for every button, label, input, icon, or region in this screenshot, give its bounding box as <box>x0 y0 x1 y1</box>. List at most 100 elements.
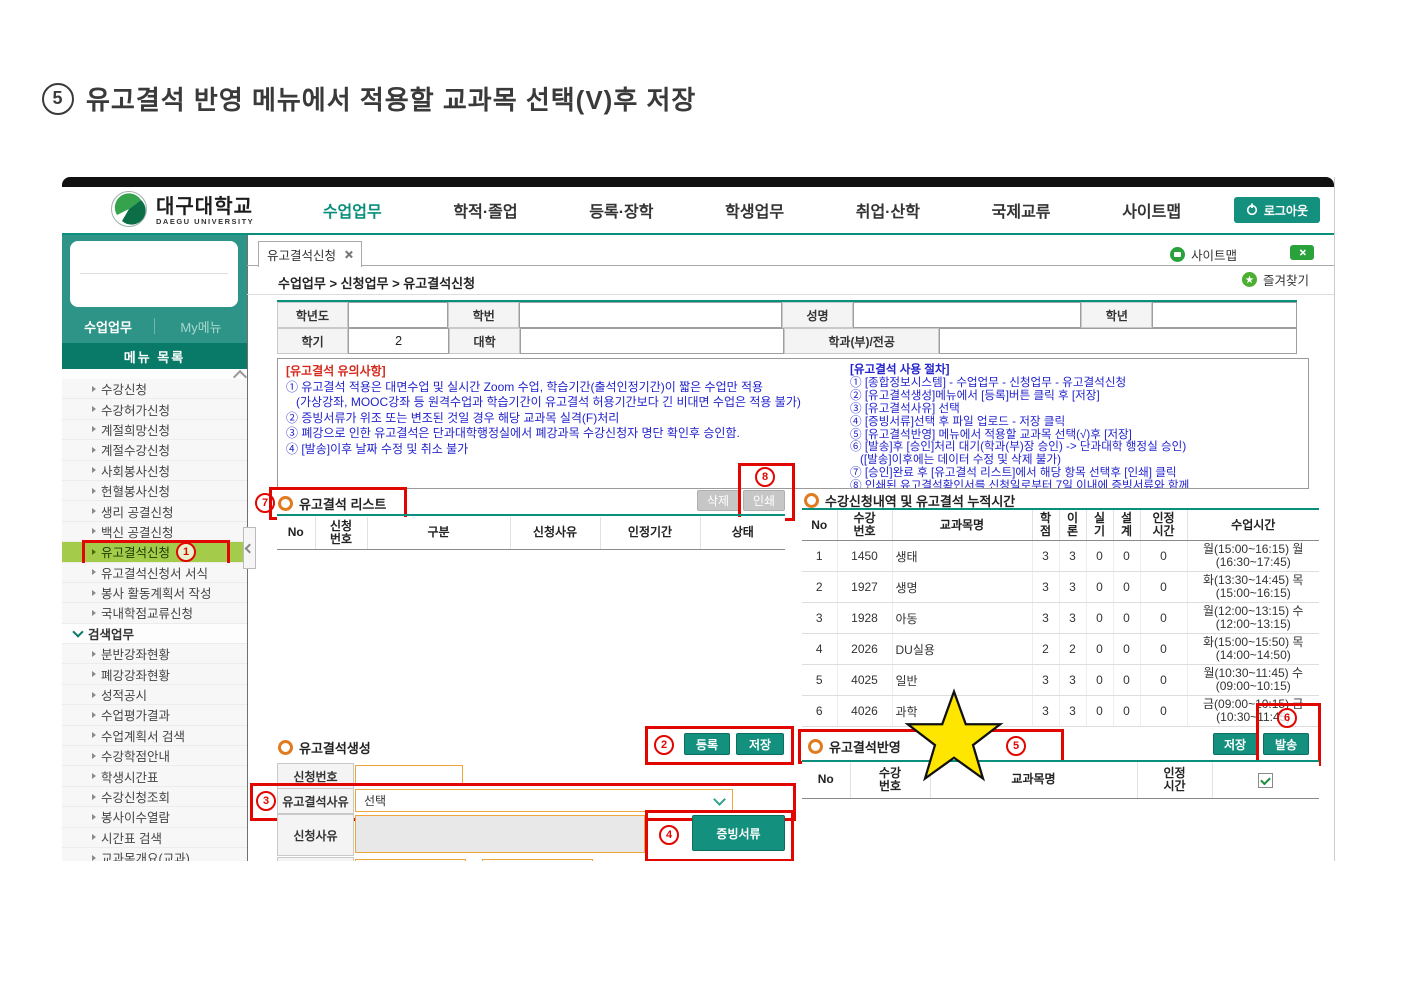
section-bullet-icon <box>278 740 293 755</box>
sidebar-item-blood-service[interactable]: 헌혈봉사신청 <box>62 480 247 502</box>
annotation-badge-3: 3 <box>256 791 276 811</box>
create-save-button[interactable]: 저장 <box>736 733 784 755</box>
grade-input[interactable] <box>1152 302 1298 328</box>
favorite-link[interactable]: 즐겨찾기 <box>1242 270 1309 289</box>
sidebar-item-service-plan[interactable]: 봉사 활동계획서 작성 <box>62 582 247 604</box>
reason-textarea[interactable] <box>355 815 645 853</box>
annotation-badge-2: 2 <box>654 735 674 755</box>
period-start-input[interactable] <box>355 859 466 861</box>
favorite-star-icon <box>1242 272 1257 287</box>
sidebar-item-syllabus-search[interactable]: 수업계획서 검색 <box>62 725 247 747</box>
sidebar-item-unavoidable-absence[interactable]: 유고결석신청 1 <box>62 540 247 567</box>
register-button[interactable]: 등록 <box>684 733 730 755</box>
nav-item-sitemap[interactable]: 사이트맵 <box>1122 198 1181 222</box>
header-divider <box>62 233 1334 235</box>
year-input[interactable] <box>347 302 449 328</box>
app-window: 대구대학교 DAEGU UNIVERSITY 수업업무 학적·졸업 등록·장학 … <box>62 177 1335 861</box>
nav-item-student[interactable]: 학생업무 <box>725 198 784 222</box>
sidebar-item-menstrual-absence[interactable]: 생리 공결신청 <box>62 501 247 522</box>
table-row[interactable]: 6 4026 과학 33 00 0 금(09:00~10:15) 금(10:30~1… <box>802 695 1319 727</box>
grade-label: 학년 <box>1081 302 1153 328</box>
table-row[interactable]: 2 1927 생명 33 00 0 화(13:30~14:45) 목(15:00~1… <box>802 571 1319 603</box>
major-input[interactable] <box>939 328 1297 354</box>
logout-button[interactable]: 로그아웃 <box>1233 197 1320 223</box>
sidebar-group-search[interactable]: 검색업무 <box>62 623 247 645</box>
page-title-text: 유고결석 반영 메뉴에서 적용할 교과목 선택(V)후 저장 <box>86 85 697 115</box>
nav-item-registration[interactable]: 등록·장학 <box>589 198 653 222</box>
reason-select-label: 유고결석사유 <box>277 788 354 814</box>
sidebar-item-grade-posting[interactable]: 성적공시 <box>62 684 247 706</box>
notice-left: [유고결석 유의사항] ① 유고결석 적용은 대면수업 및 실시간 Zoom 수… <box>286 364 801 456</box>
sidebar-collapse-handle[interactable] <box>243 527 256 569</box>
sitemap-icon <box>1170 247 1185 262</box>
sidebar-item-course-apply[interactable]: 수강신청 <box>62 379 247 400</box>
chevron-down-icon <box>713 792 726 806</box>
section-bullet-icon <box>278 496 293 511</box>
sidebar-item-enrollment-lookup[interactable]: 수강신청조회 <box>62 786 247 808</box>
sidebar-item-course-permit[interactable]: 수강허가신청 <box>62 399 247 420</box>
name-input[interactable] <box>853 302 1082 328</box>
close-all-tabs-icon[interactable] <box>1290 245 1314 260</box>
university-logo-block: 대구대학교 DAEGU UNIVERSITY <box>110 190 254 233</box>
enroll-table: No 수강 번호 교과목명 학 점 이 론 실 기 설 계 인정 시간 수업시간… <box>802 510 1319 727</box>
step-number-badge: 5 <box>42 82 74 115</box>
university-name: 대구대학교 <box>156 196 253 218</box>
sidebar-item-seasonal-hope[interactable]: 계절희망신청 <box>62 419 247 441</box>
breadcrumb-divider <box>247 294 1334 295</box>
delete-button[interactable]: 삭제 <box>697 490 739 511</box>
section-bullet-icon <box>808 739 823 754</box>
menu-list: 수강신청 수강허가신청 계절희망신청 계절수강신청 사회봉사신청 헌혈봉사신청 … <box>62 369 247 861</box>
apply-save-button[interactable]: 저장 <box>1213 733 1257 755</box>
sidebar-item-credit-exchange[interactable]: 국내학점교류신청 <box>62 603 247 624</box>
year-label: 학년도 <box>277 302 348 328</box>
sitemap-link[interactable]: 사이트맵 <box>1170 245 1237 264</box>
table-row[interactable]: 1 1450 생태 33 00 0 월(15:00~16:15) 월(16:30~1… <box>802 540 1319 572</box>
sidebar-item-eval-results[interactable]: 수업평가결과 <box>62 705 247 726</box>
college-input[interactable] <box>520 328 785 354</box>
user-info-box <box>70 241 238 307</box>
sidebar-item-course-overview[interactable]: 교과목개요(교과) <box>62 847 247 861</box>
university-logo-icon <box>110 190 148 233</box>
apply-section-title: 유고결석반영 <box>808 737 901 756</box>
sidebar-item-service-record[interactable]: 봉사이수열람 <box>62 807 247 828</box>
annotation-badge-4: 4 <box>659 825 679 845</box>
sidebar-tab-mymenu[interactable]: My메뉴 <box>155 317 247 336</box>
annotation-badge-8: 8 <box>755 467 775 487</box>
semester-label: 학기 <box>277 328 349 354</box>
nav-item-records[interactable]: 학적·졸업 <box>453 198 517 222</box>
nav-item-career[interactable]: 취업·산학 <box>856 198 920 222</box>
attachment-button[interactable]: 증빙서류 <box>692 815 785 851</box>
sidebar-item-social-service[interactable]: 사회봉사신청 <box>62 460 247 481</box>
table-row[interactable]: 4 2026 DU실용 22 00 0 화(15:00~15:50) 목(14:00… <box>802 633 1319 665</box>
sidebar-item-absence-form[interactable]: 유고결석신청서 서식 <box>62 562 247 583</box>
sidebar-item-student-timetable[interactable]: 학생시간표 <box>62 766 247 787</box>
page-title: 5 유고결석 반영 메뉴에서 적용할 교과목 선택(V)후 저장 <box>42 80 696 117</box>
table-row[interactable]: 3 1928 아동 33 00 0 월(12:00~13:15) 수(12:00~1… <box>802 602 1319 634</box>
semester-value[interactable]: 2 <box>348 328 449 354</box>
reason-select[interactable]: 선택 <box>355 789 733 812</box>
studentid-label: 학번 <box>448 302 520 328</box>
section-bullet-icon <box>804 493 819 508</box>
absence-list-divider <box>277 514 785 516</box>
select-all-checkbox[interactable] <box>1258 773 1274 788</box>
period-end-input[interactable] <box>482 859 593 861</box>
reason-text-label: 신청사유 <box>277 814 354 856</box>
nav-item-classwork[interactable]: 수업업무 <box>323 198 382 222</box>
studentid-input[interactable] <box>519 302 783 328</box>
sidebar-item-section-status[interactable]: 분반강좌현황 <box>62 644 247 665</box>
sidebar-item-closed-courses[interactable]: 폐강강좌현황 <box>62 664 247 685</box>
tab-absence-apply[interactable]: 유고결석신청 <box>258 241 362 267</box>
sidebar-item-credit-guide[interactable]: 수강학점안내 <box>62 746 247 767</box>
menu-list-title: 메뉴 목록 <box>62 343 247 369</box>
college-label: 대학 <box>449 328 521 354</box>
sidebar-item-vaccine-absence[interactable]: 백신 공결신청 <box>62 521 247 543</box>
nav-item-international[interactable]: 국제교류 <box>992 198 1051 222</box>
sidebar-tab-classwork[interactable]: 수업업무 <box>62 317 154 336</box>
sidebar-item-timetable-search[interactable]: 시간표 검색 <box>62 827 247 848</box>
apply-table: No 수강 번호 교과목명 인정 시간 <box>802 762 1319 799</box>
window-top-bar <box>62 177 1334 187</box>
sidebar-item-seasonal-apply[interactable]: 계절수강신청 <box>62 440 247 461</box>
breadcrumb: 수업업무 > 신청업무 > 유고결석신청 <box>278 276 476 291</box>
table-row[interactable]: 5 4025 일반 33 00 0 월(10:30~11:45) 수(09:00~1… <box>802 664 1319 696</box>
tab-close-icon[interactable] <box>344 250 353 259</box>
